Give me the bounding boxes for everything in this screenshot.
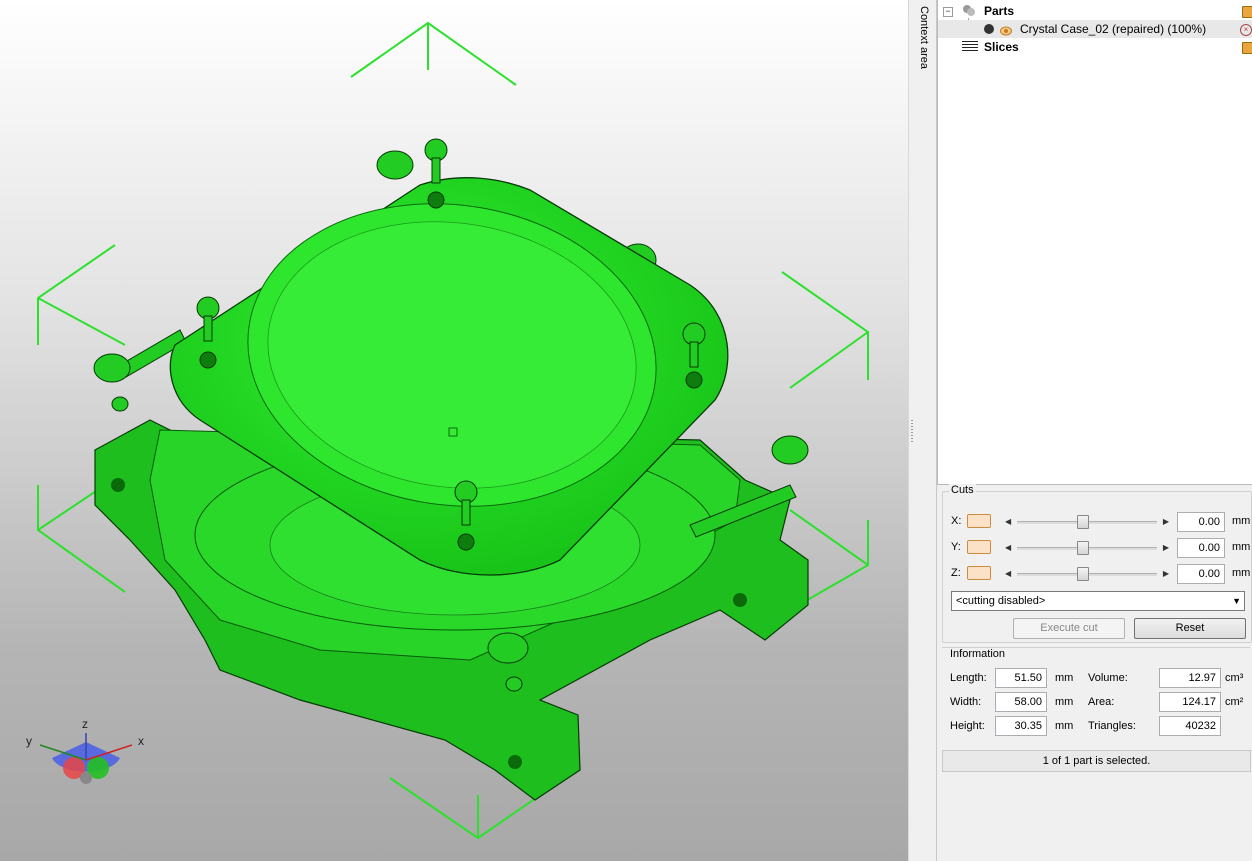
- chevron-down-icon[interactable]: ▼: [1232, 592, 1241, 610]
- axes-orientation-widget: [39, 733, 133, 784]
- remove-part-icon[interactable]: ×: [1240, 24, 1252, 36]
- cut-z-slider[interactable]: ◀ ▶: [1005, 567, 1169, 581]
- cut-z-unit: mm: [1232, 567, 1251, 579]
- height-unit: mm: [1055, 720, 1074, 732]
- slider-thumb[interactable]: [1077, 541, 1089, 555]
- volume-label: Volume:: [1088, 672, 1128, 684]
- slider-right-arrow-icon[interactable]: ▶: [1163, 517, 1169, 526]
- parts-label: Parts: [984, 4, 1015, 18]
- cut-z-color[interactable]: [967, 566, 991, 580]
- folder-icon[interactable]: [1242, 6, 1252, 18]
- width-unit: mm: [1055, 696, 1074, 708]
- slider-left-arrow-icon[interactable]: ◀: [1005, 517, 1011, 526]
- area-label: Area:: [1088, 696, 1115, 708]
- cut-x-label: X:: [951, 515, 962, 527]
- execute-cut-button[interactable]: Execute cut: [1013, 618, 1125, 639]
- axis-label-y: y: [26, 734, 32, 748]
- volume-unit: cm³: [1225, 672, 1244, 684]
- cut-z-input[interactable]: 0.00: [1177, 564, 1225, 584]
- length-value: 51.50: [995, 668, 1047, 688]
- part-color-icon: [984, 24, 994, 34]
- collapse-toggle[interactable]: −: [943, 7, 953, 17]
- cutting-mode-select[interactable]: <cutting disabled> ▼: [951, 591, 1245, 611]
- tree-row-part[interactable]: Crystal Case_02 (repaired) (100%) ×: [938, 20, 1252, 38]
- 3d-viewport[interactable]: z x y: [0, 0, 908, 861]
- length-label: Length:: [950, 672, 987, 684]
- splitter-grip[interactable]: [911, 420, 913, 444]
- cut-y-label: Y:: [951, 541, 961, 553]
- cuts-group: Cuts X: ◀ ▶ 0.00 mm Y: ◀ ▶ 0.00 mm Z: ◀ …: [942, 484, 1252, 643]
- area-unit: cm²: [1225, 696, 1244, 708]
- information-group: Information Length: 51.50 mm Volume: 12.…: [942, 647, 1250, 744]
- part-name: Crystal Case_02 (repaired) (100%): [1020, 22, 1207, 36]
- height-value: 30.35: [995, 716, 1047, 736]
- cut-y-input[interactable]: 0.00: [1177, 538, 1225, 558]
- cut-z-label: Z:: [951, 567, 961, 579]
- slider-left-arrow-icon[interactable]: ◀: [1005, 569, 1011, 578]
- slider-thumb[interactable]: [1077, 567, 1089, 581]
- area-value: 124.17: [1159, 692, 1221, 712]
- folder-icon[interactable]: [1242, 42, 1252, 54]
- parts-icon: [962, 4, 976, 17]
- width-label: Width:: [950, 696, 982, 708]
- cut-y-unit: mm: [1232, 541, 1251, 553]
- information-title: Information: [948, 648, 1008, 660]
- slices-icon: [962, 41, 978, 53]
- axis-label-z: z: [82, 717, 88, 731]
- cut-x-unit: mm: [1232, 515, 1251, 527]
- context-area-tab[interactable]: Context area: [914, 0, 937, 861]
- selection-status: 1 of 1 part is selected.: [942, 750, 1251, 772]
- tree-row-slices[interactable]: Slices: [938, 38, 1252, 56]
- cuts-title: Cuts: [949, 484, 976, 496]
- slider-right-arrow-icon[interactable]: ▶: [1163, 543, 1169, 552]
- slices-label: Slices: [984, 40, 1019, 54]
- triangles-label: Triangles:: [1088, 720, 1136, 732]
- part-tree[interactable]: − Parts Crystal Case_02 (repaired) (100%…: [937, 0, 1252, 485]
- tree-row-parts[interactable]: − Parts: [938, 2, 1252, 20]
- cut-y-color[interactable]: [967, 540, 991, 554]
- context-area-label: Context area: [918, 6, 930, 69]
- visibility-eye-icon[interactable]: [1000, 24, 1012, 36]
- height-label: Height:: [950, 720, 985, 732]
- cut-x-input[interactable]: 0.00: [1177, 512, 1225, 532]
- cut-x-color[interactable]: [967, 514, 991, 528]
- cut-x-slider[interactable]: ◀ ▶: [1005, 515, 1169, 529]
- width-value: 58.00: [995, 692, 1047, 712]
- slider-thumb[interactable]: [1077, 515, 1089, 529]
- slider-right-arrow-icon[interactable]: ▶: [1163, 569, 1169, 578]
- length-unit: mm: [1055, 672, 1074, 684]
- triangles-value: 40232: [1159, 716, 1221, 736]
- cutting-mode-value: <cutting disabled>: [956, 595, 1046, 607]
- cut-y-slider[interactable]: ◀ ▶: [1005, 541, 1169, 555]
- reset-button[interactable]: Reset: [1134, 618, 1246, 639]
- axis-label-x: x: [138, 734, 144, 748]
- model-scene[interactable]: [0, 0, 908, 861]
- slider-left-arrow-icon[interactable]: ◀: [1005, 543, 1011, 552]
- volume-value: 12.97: [1159, 668, 1221, 688]
